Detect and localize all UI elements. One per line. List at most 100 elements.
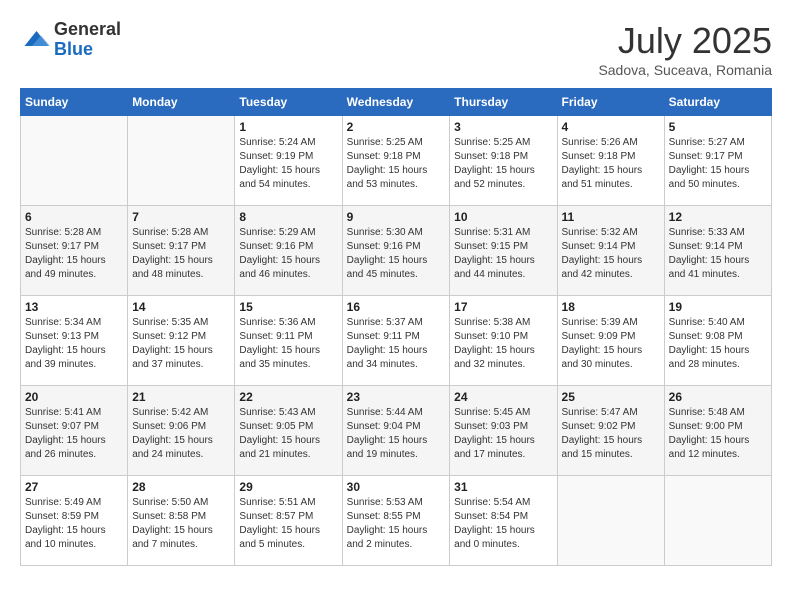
day-info: Sunrise: 5:53 AM Sunset: 8:55 PM Dayligh…: [347, 496, 446, 552]
day-info: Sunrise: 5:33 AM Sunset: 9:14 PM Dayligh…: [669, 226, 767, 282]
month-title: July 2025: [598, 20, 772, 62]
calendar-cell: 28Sunrise: 5:50 AM Sunset: 8:58 PM Dayli…: [128, 476, 235, 566]
weekday-header: Wednesday: [342, 89, 450, 116]
day-info: Sunrise: 5:31 AM Sunset: 9:15 PM Dayligh…: [454, 226, 552, 282]
day-info: Sunrise: 5:36 AM Sunset: 9:11 PM Dayligh…: [239, 316, 337, 372]
weekday-header: Saturday: [664, 89, 771, 116]
day-number: 11: [562, 210, 660, 224]
day-info: Sunrise: 5:34 AM Sunset: 9:13 PM Dayligh…: [25, 316, 123, 372]
calendar-cell: 6 Sunrise: 5:28 AM Sunset: 9:17 PM Daylig…: [21, 206, 128, 296]
weekday-header-row: SundayMondayTuesdayWednesdayThursdayFrid…: [21, 89, 772, 116]
calendar-cell: 15 Sunrise: 5:36 AM Sunset: 9:11 PM Dayli…: [235, 296, 342, 386]
day-info: Sunrise: 5:35 AM Sunset: 9:12 PM Dayligh…: [132, 316, 230, 372]
calendar-cell: 31 Sunrise: 5:54 AM Sunset: 8:54 PM Dayli…: [450, 476, 557, 566]
day-number: 14: [132, 300, 230, 314]
calendar-cell: 9 Sunrise: 5:30 AM Sunset: 9:16 PM Daylig…: [342, 206, 450, 296]
day-number: 15: [239, 300, 337, 314]
day-number: 12: [669, 210, 767, 224]
calendar-cell: 16 Sunrise: 5:37 AM Sunset: 9:11 PM Dayli…: [342, 296, 450, 386]
calendar-week-row: 1Sunrise: 5:24 AM Sunset: 9:19 PM Daylig…: [21, 116, 772, 206]
calendar-cell: 30 Sunrise: 5:53 AM Sunset: 8:55 PM Dayli…: [342, 476, 450, 566]
day-number: 27: [25, 480, 123, 494]
calendar-cell: 20 Sunrise: 5:41 AM Sunset: 9:07 PM Dayli…: [21, 386, 128, 476]
day-number: 4: [562, 120, 660, 134]
day-number: 5: [669, 120, 767, 134]
day-number: 31: [454, 480, 552, 494]
day-info: Sunrise: 5:25 AM Sunset: 9:18 PM Dayligh…: [347, 136, 446, 192]
day-number: 9: [347, 210, 446, 224]
day-info: Sunrise: 5:30 AM Sunset: 9:16 PM Dayligh…: [347, 226, 446, 282]
calendar-cell: 21 Sunrise: 5:42 AM Sunset: 9:06 PM Dayli…: [128, 386, 235, 476]
calendar-week-row: 27 Sunrise: 5:49 AM Sunset: 8:59 PM Dayli…: [21, 476, 772, 566]
day-number: 28: [132, 480, 230, 494]
calendar-cell: 14 Sunrise: 5:35 AM Sunset: 9:12 PM Dayli…: [128, 296, 235, 386]
day-info: Sunrise: 5:43 AM Sunset: 9:05 PM Dayligh…: [239, 406, 337, 462]
day-number: 24: [454, 390, 552, 404]
calendar-week-row: 20 Sunrise: 5:41 AM Sunset: 9:07 PM Dayli…: [21, 386, 772, 476]
calendar-cell: 12 Sunrise: 5:33 AM Sunset: 9:14 PM Dayli…: [664, 206, 771, 296]
weekday-header: Tuesday: [235, 89, 342, 116]
day-info: Sunrise: 5:42 AM Sunset: 9:06 PM Dayligh…: [132, 406, 230, 462]
location-subtitle: Sadova, Suceava, Romania: [598, 62, 772, 78]
calendar-cell: 4 Sunrise: 5:26 AM Sunset: 9:18 PM Daylig…: [557, 116, 664, 206]
day-info: Sunrise: 5:48 AM Sunset: 9:00 PM Dayligh…: [669, 406, 767, 462]
day-number: 20: [25, 390, 123, 404]
day-number: 6: [25, 210, 123, 224]
page-header: General Blue July 2025 Sadova, Suceava, …: [20, 20, 772, 78]
calendar-cell: 11 Sunrise: 5:32 AM Sunset: 9:14 PM Dayli…: [557, 206, 664, 296]
day-info: Sunrise: 5:32 AM Sunset: 9:14 PM Dayligh…: [562, 226, 660, 282]
weekday-header: Friday: [557, 89, 664, 116]
calendar-cell: 17Sunrise: 5:38 AM Sunset: 9:10 PM Dayli…: [450, 296, 557, 386]
calendar-table: SundayMondayTuesdayWednesdayThursdayFrid…: [20, 88, 772, 566]
day-number: 16: [347, 300, 446, 314]
calendar-cell: 26 Sunrise: 5:48 AM Sunset: 9:00 PM Dayli…: [664, 386, 771, 476]
day-info: Sunrise: 5:40 AM Sunset: 9:08 PM Dayligh…: [669, 316, 767, 372]
calendar-cell: 8 Sunrise: 5:29 AM Sunset: 9:16 PM Daylig…: [235, 206, 342, 296]
weekday-header: Monday: [128, 89, 235, 116]
day-info: Sunrise: 5:49 AM Sunset: 8:59 PM Dayligh…: [25, 496, 123, 552]
day-number: 13: [25, 300, 123, 314]
calendar-cell: 2 Sunrise: 5:25 AM Sunset: 9:18 PM Daylig…: [342, 116, 450, 206]
calendar-cell: 27 Sunrise: 5:49 AM Sunset: 8:59 PM Dayli…: [21, 476, 128, 566]
day-number: 18: [562, 300, 660, 314]
day-number: 21: [132, 390, 230, 404]
calendar-cell: 29 Sunrise: 5:51 AM Sunset: 8:57 PM Dayli…: [235, 476, 342, 566]
day-info: Sunrise: 5:38 AM Sunset: 9:10 PM Dayligh…: [454, 316, 552, 372]
calendar-cell: [664, 476, 771, 566]
day-info: Sunrise: 5:24 AM Sunset: 9:19 PM Dayligh…: [239, 136, 337, 192]
title-block: July 2025 Sadova, Suceava, Romania: [598, 20, 772, 78]
day-info: Sunrise: 5:39 AM Sunset: 9:09 PM Dayligh…: [562, 316, 660, 372]
day-info: Sunrise: 5:41 AM Sunset: 9:07 PM Dayligh…: [25, 406, 123, 462]
calendar-cell: 23Sunrise: 5:44 AM Sunset: 9:04 PM Dayli…: [342, 386, 450, 476]
day-number: 23: [347, 390, 446, 404]
day-info: Sunrise: 5:28 AM Sunset: 9:17 PM Dayligh…: [25, 226, 123, 282]
day-number: 10: [454, 210, 552, 224]
calendar-cell: 25Sunrise: 5:47 AM Sunset: 9:02 PM Dayli…: [557, 386, 664, 476]
day-number: 7: [132, 210, 230, 224]
day-number: 30: [347, 480, 446, 494]
weekday-header: Sunday: [21, 89, 128, 116]
calendar-cell: 1Sunrise: 5:24 AM Sunset: 9:19 PM Daylig…: [235, 116, 342, 206]
day-number: 3: [454, 120, 552, 134]
calendar-cell: 24Sunrise: 5:45 AM Sunset: 9:03 PM Dayli…: [450, 386, 557, 476]
day-number: 26: [669, 390, 767, 404]
calendar-cell: 7 Sunrise: 5:28 AM Sunset: 9:17 PM Daylig…: [128, 206, 235, 296]
weekday-header: Thursday: [450, 89, 557, 116]
day-info: Sunrise: 5:54 AM Sunset: 8:54 PM Dayligh…: [454, 496, 552, 552]
calendar-cell: 13 Sunrise: 5:34 AM Sunset: 9:13 PM Dayli…: [21, 296, 128, 386]
day-number: 29: [239, 480, 337, 494]
day-info: Sunrise: 5:28 AM Sunset: 9:17 PM Dayligh…: [132, 226, 230, 282]
day-info: Sunrise: 5:37 AM Sunset: 9:11 PM Dayligh…: [347, 316, 446, 372]
day-info: Sunrise: 5:51 AM Sunset: 8:57 PM Dayligh…: [239, 496, 337, 552]
day-info: Sunrise: 5:26 AM Sunset: 9:18 PM Dayligh…: [562, 136, 660, 192]
day-info: Sunrise: 5:29 AM Sunset: 9:16 PM Dayligh…: [239, 226, 337, 282]
calendar-cell: [128, 116, 235, 206]
calendar-cell: [557, 476, 664, 566]
day-number: 25: [562, 390, 660, 404]
logo-line1: General: [54, 20, 121, 40]
logo-icon: [20, 25, 50, 55]
day-info: Sunrise: 5:27 AM Sunset: 9:17 PM Dayligh…: [669, 136, 767, 192]
calendar-cell: 5 Sunrise: 5:27 AM Sunset: 9:17 PM Daylig…: [664, 116, 771, 206]
day-number: 8: [239, 210, 337, 224]
day-number: 2: [347, 120, 446, 134]
